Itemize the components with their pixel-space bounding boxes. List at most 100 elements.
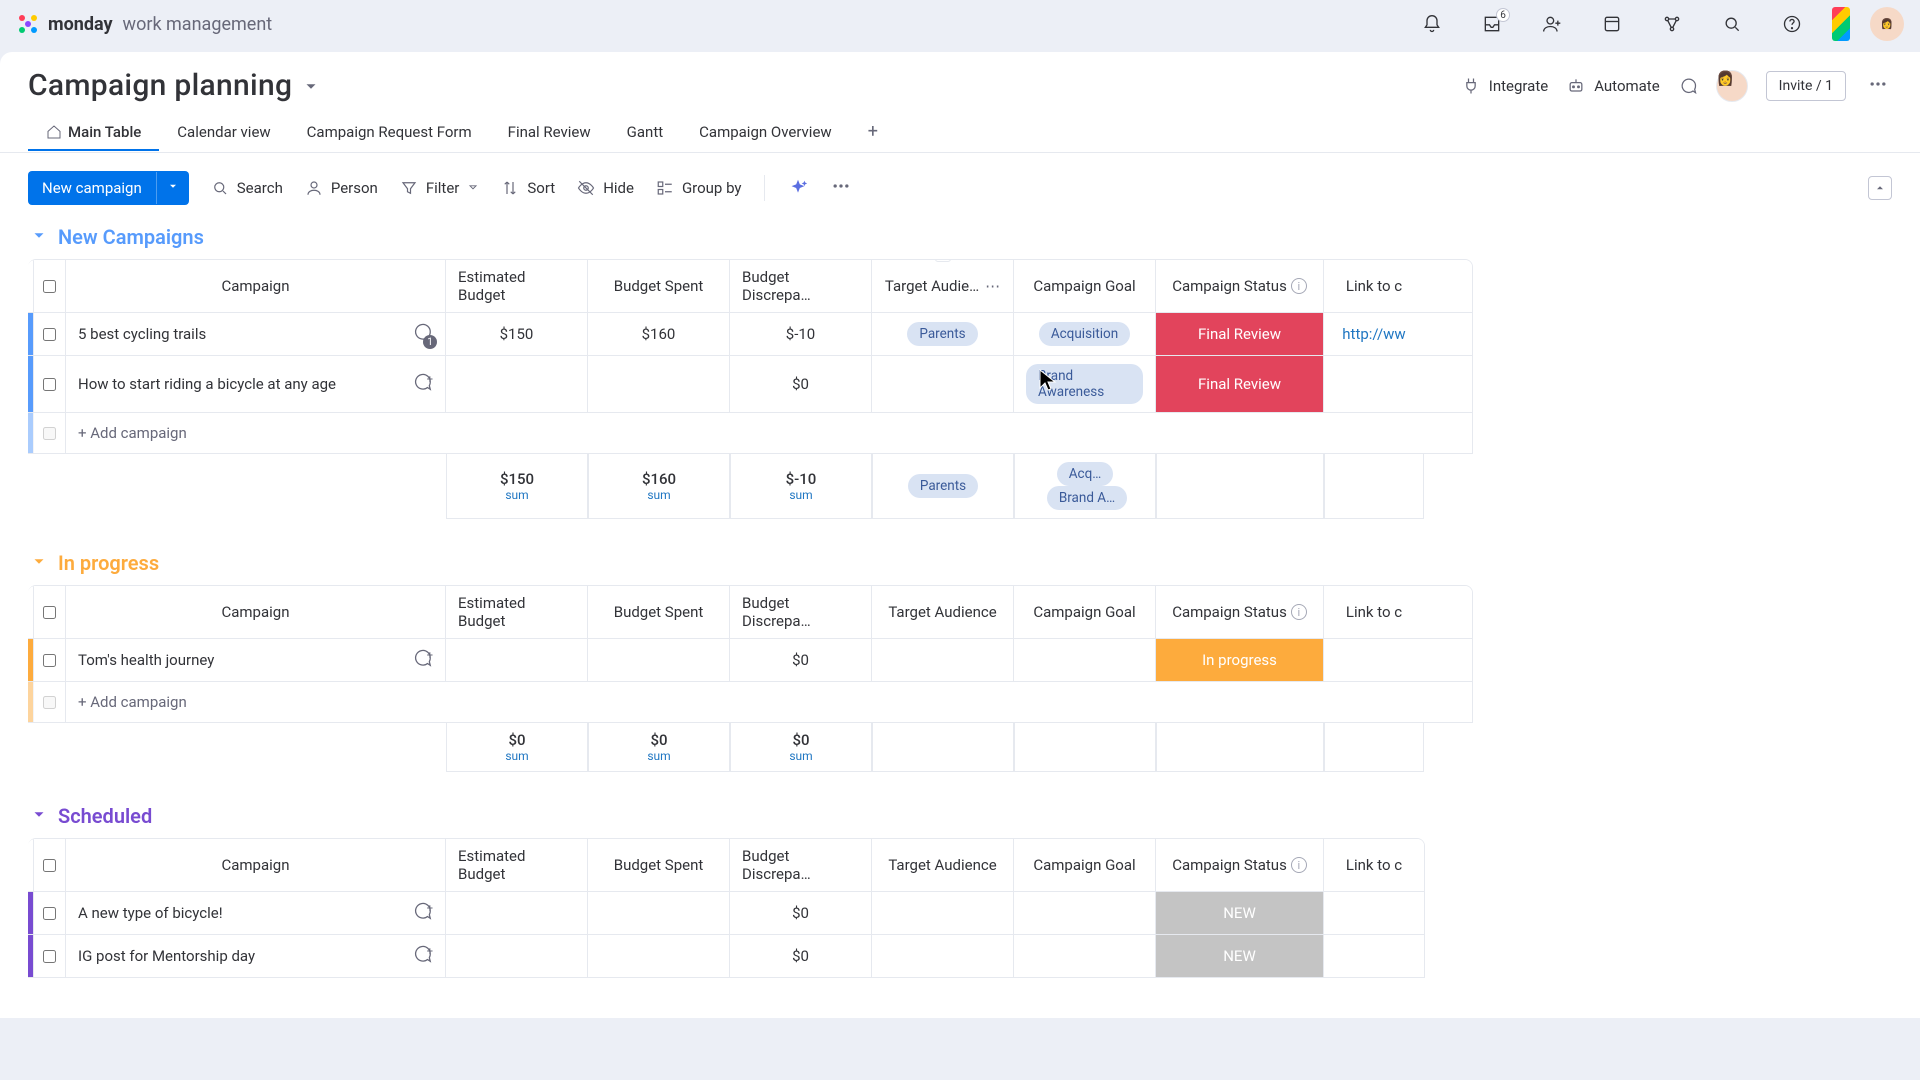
column-goal[interactable]: Campaign Goal	[1014, 839, 1156, 891]
board-title[interactable]: Campaign planning	[28, 68, 320, 103]
conversation-icon[interactable]: 1	[411, 321, 433, 347]
column-status[interactable]: Campaign Statusi	[1156, 586, 1324, 638]
row-checkbox[interactable]	[34, 935, 66, 977]
product-switcher-icon[interactable]	[1832, 7, 1850, 41]
info-icon[interactable]: i	[1291, 278, 1307, 294]
help-icon[interactable]	[1772, 4, 1812, 44]
product-logo[interactable]: monday work management	[16, 12, 272, 36]
column-target-audience[interactable]: Target Audience	[872, 839, 1014, 891]
cell-budget-spent[interactable]: $160	[588, 313, 730, 355]
cell-target-audience[interactable]: Parents	[872, 313, 1014, 355]
workspaces-icon[interactable]	[1652, 4, 1692, 44]
cell-link[interactable]: http://ww	[1324, 313, 1424, 355]
board-more-icon[interactable]	[1864, 70, 1892, 102]
column-budget-disc[interactable]: Budget Discrepa…	[730, 839, 872, 891]
column-est-budget[interactable]: Estimated Budget	[446, 586, 588, 638]
cell-budget-disc[interactable]: $0	[730, 935, 872, 977]
board-owner-avatar[interactable]: 👩	[1716, 70, 1748, 102]
row-checkbox[interactable]	[34, 639, 66, 681]
add-item-row[interactable]: + Add campaign	[28, 682, 1472, 722]
column-target-audience[interactable]: ⇅ Target Audie… ⋯	[872, 260, 1014, 312]
search-button[interactable]: Search	[211, 179, 283, 197]
tab-campaign-request-form[interactable]: Campaign Request Form	[289, 115, 490, 151]
column-budget-spent[interactable]: Budget Spent	[588, 260, 730, 312]
group-header[interactable]: New Campaigns	[28, 223, 1920, 259]
tab-main-table[interactable]: Main Table	[28, 115, 159, 151]
cell-target-audience[interactable]	[872, 935, 1014, 977]
cell-link[interactable]	[1324, 356, 1424, 412]
cell-budget-disc[interactable]: $-10	[730, 313, 872, 355]
new-item-dropdown[interactable]	[156, 172, 189, 204]
cell-est-budget[interactable]	[446, 892, 588, 934]
table-row[interactable]: How to start riding a bicycle at any age…	[28, 356, 1472, 413]
integrate-button[interactable]: Integrate	[1461, 76, 1548, 96]
table-row[interactable]: A new type of bicycle!+ $0 NEW	[28, 892, 1424, 935]
cell-goal[interactable]: Brand Awareness	[1014, 356, 1156, 412]
add-item-row[interactable]: + Add campaign	[28, 413, 1472, 453]
info-icon[interactable]: i	[1291, 857, 1307, 873]
row-checkbox[interactable]	[34, 356, 66, 412]
invite-members-icon[interactable]	[1532, 4, 1572, 44]
person-filter-button[interactable]: Person	[305, 179, 378, 197]
tab-campaign-overview[interactable]: Campaign Overview	[681, 115, 850, 151]
cell-budget-disc[interactable]: $0	[730, 639, 872, 681]
tag-chip[interactable]: Brand Awareness	[1026, 364, 1143, 404]
row-checkbox[interactable]	[34, 313, 66, 355]
column-link[interactable]: Link to c	[1324, 586, 1424, 638]
toolbar-more-icon[interactable]	[831, 176, 851, 200]
cell-target-audience[interactable]	[872, 892, 1014, 934]
column-goal[interactable]: Campaign Goal	[1014, 260, 1156, 312]
cell-link[interactable]	[1324, 935, 1424, 977]
column-campaign[interactable]: Campaign	[66, 586, 446, 638]
item-name-cell[interactable]: 5 best cycling trails1	[66, 313, 446, 355]
table-row[interactable]: 5 best cycling trails1 $150 $160 $-10 Pa…	[28, 313, 1472, 356]
column-status[interactable]: Campaign Statusi	[1156, 260, 1324, 312]
tab-calendar-view[interactable]: Calendar view	[159, 115, 288, 151]
column-campaign[interactable]: Campaign	[66, 260, 446, 312]
cell-goal[interactable]	[1014, 639, 1156, 681]
column-sort-handle[interactable]: ⇅	[934, 259, 950, 262]
cell-budget-spent[interactable]	[588, 935, 730, 977]
cell-budget-spent[interactable]	[588, 892, 730, 934]
automate-button[interactable]: Automate	[1566, 76, 1659, 96]
new-item-button[interactable]: New campaign	[28, 171, 189, 205]
cell-status[interactable]: In progress	[1156, 639, 1324, 681]
cell-goal[interactable]	[1014, 892, 1156, 934]
column-est-budget[interactable]: Estimated Budget	[446, 839, 588, 891]
item-name-cell[interactable]: How to start riding a bicycle at any age…	[66, 356, 446, 412]
ai-assistant-icon[interactable]	[787, 177, 809, 199]
tag-chip[interactable]: Acquisition	[1039, 322, 1130, 346]
cell-target-audience[interactable]	[872, 639, 1014, 681]
invite-button[interactable]: Invite / 1	[1766, 71, 1846, 101]
column-menu-icon[interactable]: ⋯	[985, 277, 1000, 295]
cell-status[interactable]: NEW	[1156, 935, 1324, 977]
cell-est-budget[interactable]	[446, 356, 588, 412]
group-header[interactable]: Scheduled	[28, 802, 1920, 838]
cell-status[interactable]: NEW	[1156, 892, 1324, 934]
cell-goal[interactable]: Acquisition	[1014, 313, 1156, 355]
column-goal[interactable]: Campaign Goal	[1014, 586, 1156, 638]
column-link[interactable]: Link to c	[1324, 839, 1424, 891]
column-target-audience[interactable]: Target Audience	[872, 586, 1014, 638]
select-all-checkbox[interactable]	[34, 586, 66, 638]
search-everything-icon[interactable]	[1712, 4, 1752, 44]
apps-icon[interactable]	[1592, 4, 1632, 44]
add-conversation-icon[interactable]: +	[411, 943, 433, 969]
add-view-button[interactable]: +	[850, 113, 896, 152]
sort-button[interactable]: Sort	[501, 179, 555, 197]
column-budget-spent[interactable]: Budget Spent	[588, 586, 730, 638]
collapse-header-button[interactable]	[1868, 176, 1892, 200]
column-budget-spent[interactable]: Budget Spent	[588, 839, 730, 891]
hide-button[interactable]: Hide	[577, 179, 634, 197]
info-icon[interactable]: i	[1291, 604, 1307, 620]
column-est-budget[interactable]: Estimated Budget	[446, 260, 588, 312]
tab-gantt[interactable]: Gantt	[609, 115, 681, 151]
item-name-cell[interactable]: IG post for Mentorship day+	[66, 935, 446, 977]
column-budget-disc[interactable]: Budget Discrepa…	[730, 586, 872, 638]
select-all-checkbox[interactable]	[34, 260, 66, 312]
group-header[interactable]: In progress	[28, 549, 1920, 585]
item-name-cell[interactable]: Tom's health journey+	[66, 639, 446, 681]
cell-est-budget[interactable]	[446, 935, 588, 977]
filter-button[interactable]: Filter	[400, 179, 480, 197]
cell-goal[interactable]	[1014, 935, 1156, 977]
